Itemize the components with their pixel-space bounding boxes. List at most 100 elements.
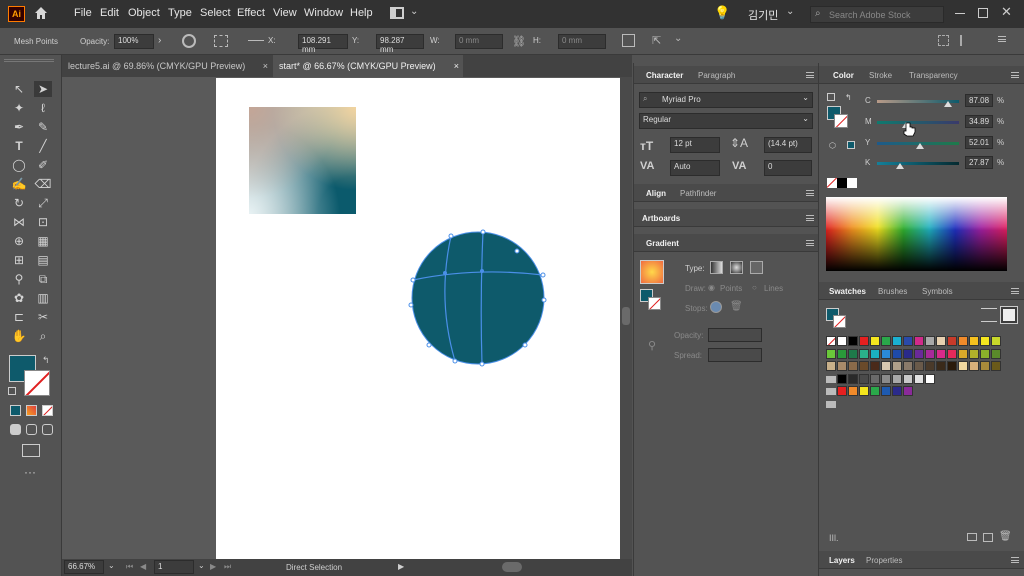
artboard-tool-icon[interactable]: ⊏ <box>10 309 28 325</box>
draw-behind-icon[interactable] <box>26 424 37 435</box>
recolor-icon[interactable] <box>182 34 196 48</box>
freeform-gradient-icon[interactable] <box>750 261 763 274</box>
color-swatch[interactable] <box>837 386 847 396</box>
user-name[interactable]: 김기민 <box>748 7 778 23</box>
tab-transparency[interactable]: Transparency <box>909 71 958 80</box>
gradient-eyedropper-icon[interactable]: ⚲ <box>648 339 656 352</box>
isolate-icon[interactable]: ⇱ <box>652 34 661 47</box>
color-swatch[interactable] <box>881 373 891 384</box>
color-swatch[interactable] <box>903 336 913 346</box>
gradient-mesh-square[interactable] <box>249 107 356 214</box>
perspective-grid-tool-icon[interactable]: ▦ <box>34 233 52 249</box>
character-menu-icon[interactable] <box>806 72 814 78</box>
tab-layers[interactable]: Layers <box>829 556 855 565</box>
arrange-icon[interactable] <box>938 35 949 46</box>
radial-gradient-icon[interactable] <box>730 261 743 274</box>
h-field[interactable]: 0 mm <box>558 34 606 49</box>
color-swatch[interactable] <box>936 336 946 346</box>
artboards-menu-icon[interactable] <box>806 215 814 221</box>
color-swatch[interactable] <box>991 336 1001 346</box>
color-swatch[interactable] <box>859 373 869 384</box>
last-artboard-icon[interactable]: ⏭ <box>224 562 231 572</box>
gradient-preview-swatch[interactable] <box>640 260 664 284</box>
color-swatch[interactable] <box>980 348 990 359</box>
gradient-opacity-field[interactable] <box>708 328 762 342</box>
paintbrush-tool-icon[interactable]: ✐ <box>34 157 52 173</box>
current-tool-status[interactable]: Direct Selection <box>286 563 342 572</box>
chevron-down-icon[interactable]: ⌄ <box>410 6 418 17</box>
color-menu-icon[interactable] <box>1011 72 1019 78</box>
first-artboard-icon[interactable]: ⏮ <box>126 562 133 572</box>
shaper-tool-icon[interactable]: ✍ <box>10 176 28 192</box>
default-fill-stroke-icon[interactable] <box>827 93 835 101</box>
tab-stroke[interactable]: Stroke <box>869 71 892 80</box>
tab-symbols[interactable]: Symbols <box>922 287 953 296</box>
lines-radio[interactable]: ○ <box>752 283 757 292</box>
line-tool-icon[interactable]: ╱ <box>34 138 52 154</box>
curvature-tool-icon[interactable]: ✎ <box>34 119 52 135</box>
color-swatch[interactable] <box>969 361 979 371</box>
tab-gradient[interactable]: Gradient <box>646 239 679 248</box>
color-swatch[interactable] <box>925 361 935 371</box>
gradient-mode-icon[interactable] <box>26 405 37 416</box>
stroke-swatch[interactable] <box>24 370 50 396</box>
color-swatch[interactable] <box>892 361 902 371</box>
channel-k-thumb[interactable] <box>895 163 904 169</box>
status-arrow-icon[interactable]: ▶ <box>398 562 404 571</box>
color-swatch[interactable] <box>947 361 957 371</box>
color-swatch[interactable] <box>892 386 902 396</box>
color-swatch[interactable] <box>980 336 990 346</box>
align-menu-icon[interactable] <box>806 190 814 196</box>
color-swatch[interactable] <box>914 373 924 384</box>
shape-builder-tool-icon[interactable]: ⊕ <box>10 233 28 249</box>
color-swatch[interactable] <box>969 348 979 359</box>
tab-properties[interactable]: Properties <box>866 556 902 565</box>
selection-tool-icon[interactable]: ↖ <box>10 81 28 97</box>
panel-toggle-icon[interactable] <box>960 35 972 46</box>
width-tool-icon[interactable]: ⋈ <box>10 214 28 230</box>
menu-edit[interactable]: Edit <box>100 7 119 19</box>
linear-gradient-icon[interactable] <box>710 261 723 274</box>
draw-normal-icon[interactable] <box>10 424 21 435</box>
tab-pathfinder[interactable]: Pathfinder <box>680 189 716 198</box>
tracking-field[interactable]: 0 <box>764 160 812 176</box>
color-swatch[interactable] <box>870 336 880 346</box>
tab-lecture5[interactable]: lecture5.ai @ 69.86% (CMYK/GPU Preview) … <box>62 55 272 77</box>
swatch-folder-icon[interactable] <box>826 375 836 383</box>
gradient-menu-icon[interactable] <box>806 240 814 246</box>
color-swatch[interactable] <box>826 348 836 359</box>
home-icon[interactable] <box>33 5 49 23</box>
color-swatch[interactable] <box>903 373 913 384</box>
hand-tool-icon[interactable]: ✋ <box>10 328 28 344</box>
color-swatch[interactable] <box>859 348 869 359</box>
swatch-library-icon[interactable]: IIl. <box>829 533 839 543</box>
artboard-chevron-icon[interactable]: ⌄ <box>198 561 205 570</box>
control-chevron-icon[interactable]: ⌄ <box>674 33 682 44</box>
artboard-number-field[interactable]: 1 <box>154 560 194 574</box>
color-swatch[interactable] <box>837 373 847 384</box>
closest-color-swatch[interactable] <box>847 141 855 149</box>
rotate-tool-icon[interactable]: ↻ <box>10 195 28 211</box>
close-icon[interactable]: ✕ <box>1001 4 1012 20</box>
transform-icon[interactable] <box>622 34 635 47</box>
prev-artboard-icon[interactable]: ◀ <box>140 562 146 571</box>
color-swatch[interactable] <box>881 348 891 359</box>
out-of-gamut-icon[interactable]: ⬡ <box>829 141 836 150</box>
swatch-folder-icon[interactable] <box>826 388 836 395</box>
opacity-label[interactable]: Opacity: <box>80 37 109 46</box>
menu-window[interactable]: Window <box>304 7 343 19</box>
color-swatch[interactable] <box>881 336 891 346</box>
swap-fill-stroke-icon[interactable]: ↰ <box>42 355 50 366</box>
zoom-chevron-icon[interactable]: ⌄ <box>108 561 115 570</box>
color-swatch[interactable] <box>914 361 924 371</box>
channel-y-field[interactable]: 52.01 <box>965 136 993 149</box>
eraser-tool-icon[interactable]: ⌫ <box>34 176 52 192</box>
color-swatch[interactable] <box>859 386 869 396</box>
direct-selection-tool-icon[interactable]: ➤ <box>34 81 52 97</box>
color-swatch[interactable] <box>892 348 902 359</box>
color-swatch[interactable] <box>870 373 880 384</box>
new-swatch-group-icon[interactable] <box>967 533 977 541</box>
column-graph-tool-icon[interactable]: ▥ <box>34 290 52 306</box>
color-swatch[interactable] <box>870 386 880 396</box>
color-swatch[interactable] <box>958 348 968 359</box>
